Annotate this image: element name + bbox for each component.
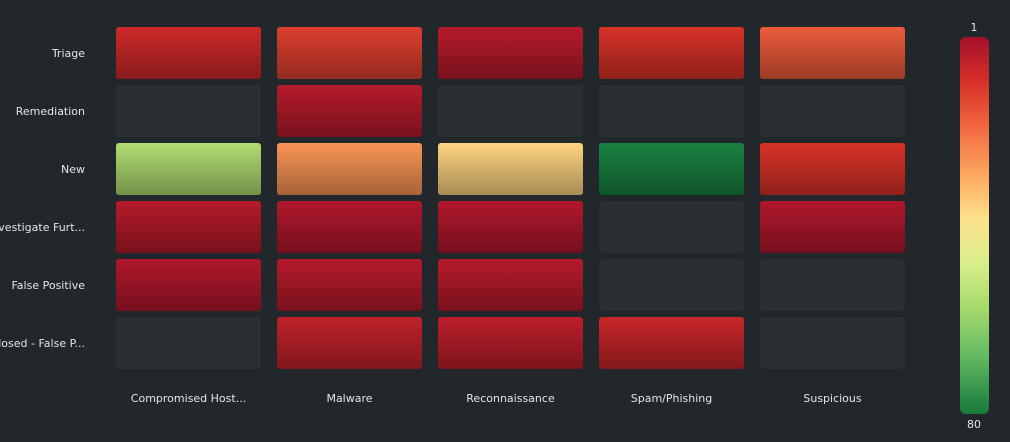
heatmap-cell[interactable] [438, 259, 583, 311]
heatmap-cell[interactable] [277, 317, 422, 369]
heatmap-cell[interactable] [277, 143, 422, 195]
colorbar: 1 80 [960, 21, 989, 431]
heatmap-cell[interactable] [760, 27, 905, 79]
row-label: False Positive [11, 279, 85, 292]
column-labels: Compromised Host... Malware Reconnaissance… [131, 392, 862, 405]
heatmap-cells [116, 27, 905, 369]
row-labels: Triage Remediation New Investigate Furt... F… [0, 47, 85, 350]
row-label: New [61, 163, 85, 176]
column-label: Suspicious [803, 392, 862, 405]
heatmap-cell[interactable] [599, 143, 744, 195]
heatmap-cell[interactable] [599, 27, 744, 79]
heatmap-cell-empty[interactable] [760, 259, 905, 311]
heatmap-cell[interactable] [760, 201, 905, 253]
heatmap-cell[interactable] [438, 27, 583, 79]
heatmap-cell[interactable] [438, 143, 583, 195]
heatmap-cell[interactable] [277, 27, 422, 79]
heatmap-cell-empty[interactable] [760, 317, 905, 369]
colorbar-bar [960, 37, 989, 414]
heatmap-chart: Triage Remediation New Investigate Furt... F… [0, 21, 989, 431]
heatmap-cell-empty[interactable] [438, 85, 583, 137]
heatmap-cell[interactable] [277, 85, 422, 137]
heatmap-cell[interactable] [277, 259, 422, 311]
row-label: losed - False P... [0, 337, 85, 350]
column-label: Reconnaissance [466, 392, 555, 405]
heatmap-cell-empty[interactable] [116, 317, 261, 369]
row-label: Triage [51, 47, 85, 60]
heatmap-cell[interactable] [760, 143, 905, 195]
heatmap-cell-empty[interactable] [599, 201, 744, 253]
heatmap-cell-empty[interactable] [760, 85, 905, 137]
column-label: Compromised Host... [131, 392, 246, 405]
colorbar-min-label: 1 [971, 21, 978, 34]
heatmap-cell-empty[interactable] [599, 85, 744, 137]
heatmap-cell[interactable] [116, 259, 261, 311]
column-label: Spam/Phishing [631, 392, 713, 405]
heatmap-cell[interactable] [438, 317, 583, 369]
heatmap-cell[interactable] [116, 27, 261, 79]
column-label: Malware [326, 392, 372, 405]
heatmap-cell[interactable] [599, 317, 744, 369]
row-label: Remediation [16, 105, 85, 118]
heatmap-cell[interactable] [438, 201, 583, 253]
heatmap-cell-empty[interactable] [116, 85, 261, 137]
colorbar-max-label: 80 [967, 418, 981, 431]
heatmap-cell-empty[interactable] [599, 259, 744, 311]
row-label: Investigate Furt... [0, 221, 85, 234]
heatmap-cell[interactable] [116, 201, 261, 253]
heatmap-cell[interactable] [277, 201, 422, 253]
heatmap-cell[interactable] [116, 143, 261, 195]
